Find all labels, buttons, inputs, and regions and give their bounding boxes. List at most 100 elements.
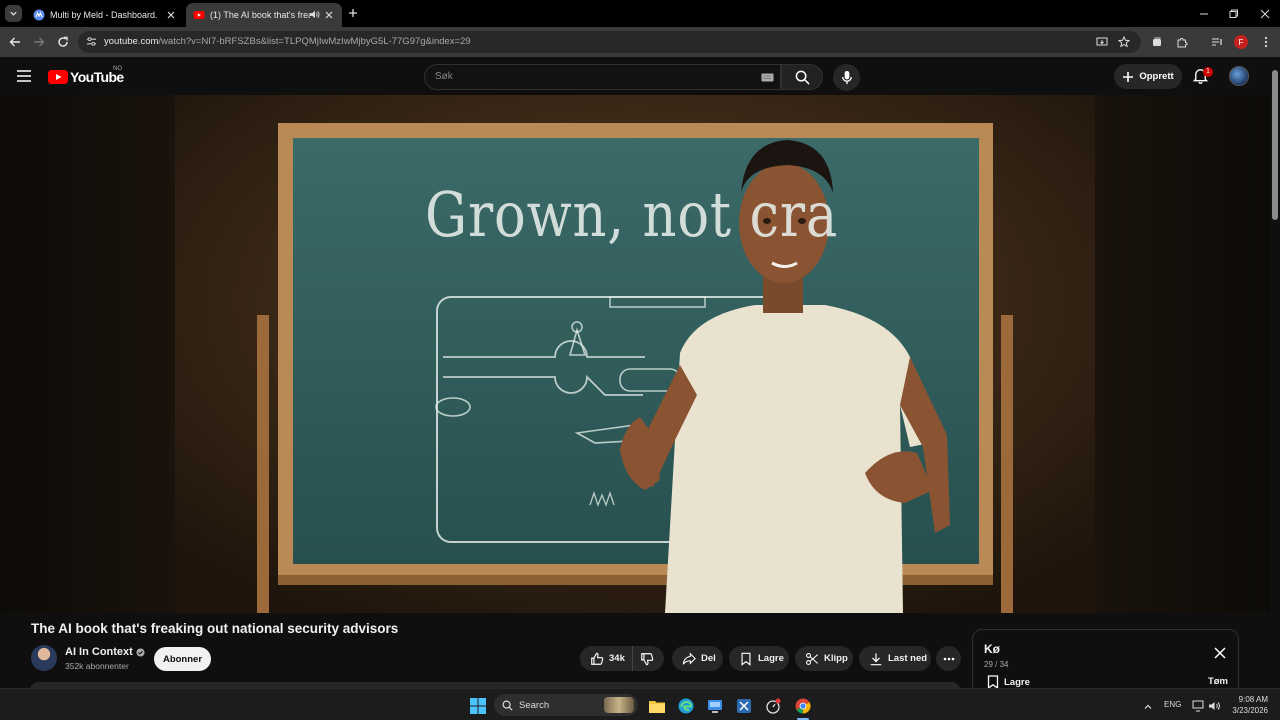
plus-icon xyxy=(349,9,357,17)
channel-name[interactable]: AI In Context xyxy=(65,646,145,658)
bookmark-icon xyxy=(987,675,999,689)
download-icon xyxy=(870,652,882,665)
queue-position: 29 / 34 xyxy=(984,660,1009,669)
remote-desktop-icon[interactable] xyxy=(706,697,723,714)
share-button[interactable]: Del xyxy=(672,646,723,671)
keyboard-icon[interactable] xyxy=(761,73,774,82)
channel-avatar[interactable] xyxy=(31,645,57,671)
system-clock[interactable]: 9:08 AM 3/23/2026 xyxy=(1226,694,1268,716)
close-window-button[interactable] xyxy=(1249,0,1280,27)
notification-badge: 1 xyxy=(1203,67,1213,77)
bookmark-icon xyxy=(741,652,751,666)
close-tab-icon[interactable] xyxy=(164,8,178,22)
media-controls-button[interactable] xyxy=(1209,34,1225,50)
snipping-tool-icon[interactable] xyxy=(735,697,752,714)
download-button[interactable]: Last ned xyxy=(859,646,931,671)
search-icon xyxy=(502,700,513,711)
windows-logo-icon xyxy=(469,697,486,714)
save-label: Lagre xyxy=(758,653,784,664)
video-title: The AI book that's freaking out national… xyxy=(31,621,399,636)
create-label: Opprett xyxy=(1139,71,1174,82)
forward-button[interactable] xyxy=(31,34,47,50)
minimize-button[interactable] xyxy=(1188,0,1220,27)
share-icon xyxy=(682,651,696,665)
layers-icon xyxy=(1153,37,1161,46)
bookmark-star-icon[interactable] xyxy=(1118,36,1130,48)
channel-name-text: AI In Context xyxy=(65,646,133,658)
close-icon xyxy=(1214,647,1226,659)
youtube-icon xyxy=(192,9,205,22)
video-player[interactable]: Grown, not cra xyxy=(0,95,1270,613)
browser-menu-button[interactable] xyxy=(1258,34,1274,50)
tab-youtube-video[interactable]: (1) The AI book that's freakin xyxy=(186,3,342,27)
video-scene xyxy=(175,95,1095,613)
file-explorer-icon[interactable] xyxy=(648,697,665,714)
search-input[interactable] xyxy=(435,71,735,82)
tab-title: Multi by Meld - Dashboard. xyxy=(50,10,158,20)
puzzle-icon xyxy=(1177,37,1188,48)
clip-label: Klipp xyxy=(824,653,848,664)
volume-icon[interactable] xyxy=(1206,697,1223,714)
search-box[interactable] xyxy=(424,64,781,90)
create-button[interactable]: Opprett xyxy=(1114,64,1182,89)
input-language[interactable]: ENG xyxy=(1164,700,1181,709)
queue-save-label: Lagre xyxy=(1004,676,1030,688)
extensions-button[interactable] xyxy=(1174,34,1190,50)
taskbar-search[interactable]: Search xyxy=(494,694,638,716)
arrow-left-icon xyxy=(9,37,20,47)
scrollbar-thumb[interactable] xyxy=(1272,70,1278,220)
restore-button[interactable] xyxy=(1218,0,1250,27)
menu-icon xyxy=(17,70,31,82)
queue-music-icon xyxy=(1212,38,1222,46)
subscriber-count: 352k abonnenter xyxy=(65,661,129,671)
chevron-up-icon[interactable] xyxy=(1139,698,1156,715)
hamburger-menu-button[interactable] xyxy=(15,68,33,84)
url-host: youtube.com xyxy=(104,36,159,47)
tab-groups-button[interactable] xyxy=(1149,34,1165,50)
queue-save-button[interactable]: Lagre xyxy=(987,675,1030,689)
queue-title: Kø xyxy=(984,642,1000,656)
edge-icon[interactable] xyxy=(677,697,694,714)
like-count: 34k xyxy=(609,653,625,664)
save-button[interactable]: Lagre xyxy=(729,646,789,671)
search-button[interactable] xyxy=(781,64,823,90)
search-icon xyxy=(795,70,810,85)
clip-button[interactable]: Klipp xyxy=(795,646,853,671)
voice-search-button[interactable] xyxy=(833,64,860,91)
dislike-button[interactable] xyxy=(632,646,664,671)
microphone-icon xyxy=(841,70,852,85)
network-icon[interactable] xyxy=(1190,697,1207,714)
youtube-logo[interactable]: YouTube NO xyxy=(48,66,124,85)
install-app-icon[interactable] xyxy=(1096,36,1108,48)
focus-app-icon[interactable] xyxy=(764,697,781,714)
url-text: youtube.com/watch?v=NI7-bRFSZBs&list=TLP… xyxy=(104,36,471,47)
more-actions-button[interactable] xyxy=(936,646,961,671)
new-tab-button[interactable] xyxy=(346,6,360,20)
reload-button[interactable] xyxy=(55,34,71,50)
account-avatar[interactable] xyxy=(1229,66,1249,86)
video-frame[interactable]: Grown, not cra xyxy=(175,95,1095,613)
start-button[interactable] xyxy=(469,697,486,714)
tab-audio-icon[interactable] xyxy=(309,9,320,20)
tab-meld-dashboard[interactable]: Multi by Meld - Dashboard. xyxy=(26,3,184,27)
arrow-right-icon xyxy=(34,37,45,47)
more-horizontal-icon xyxy=(943,657,954,660)
site-info-icon[interactable] xyxy=(86,36,97,47)
thumbs-down-icon xyxy=(641,652,654,665)
back-button[interactable] xyxy=(7,34,23,50)
profile-avatar[interactable]: F xyxy=(1234,35,1248,49)
taskbar-search-label: Search xyxy=(519,699,550,711)
chrome-icon[interactable] xyxy=(794,697,811,714)
close-queue-button[interactable] xyxy=(1214,647,1228,661)
verified-check-icon xyxy=(136,647,145,657)
queue-clear-button[interactable]: Tøm xyxy=(1208,676,1228,687)
close-tab-icon[interactable] xyxy=(322,8,336,22)
subscribe-button[interactable]: Abonner xyxy=(154,647,211,671)
tab-search-button[interactable] xyxy=(5,5,22,22)
address-bar[interactable]: youtube.com/watch?v=NI7-bRFSZBs&list=TLP… xyxy=(78,31,1141,53)
tab-title: (1) The AI book that's freakin xyxy=(210,10,310,20)
like-button[interactable]: 34k xyxy=(580,646,632,671)
download-label: Last ned xyxy=(888,653,928,664)
clock-time: 9:08 AM xyxy=(1238,695,1268,704)
url-path: /watch?v=NI7-bRFSZBs&list=TLPQMjIwMzIwMj… xyxy=(158,36,471,47)
